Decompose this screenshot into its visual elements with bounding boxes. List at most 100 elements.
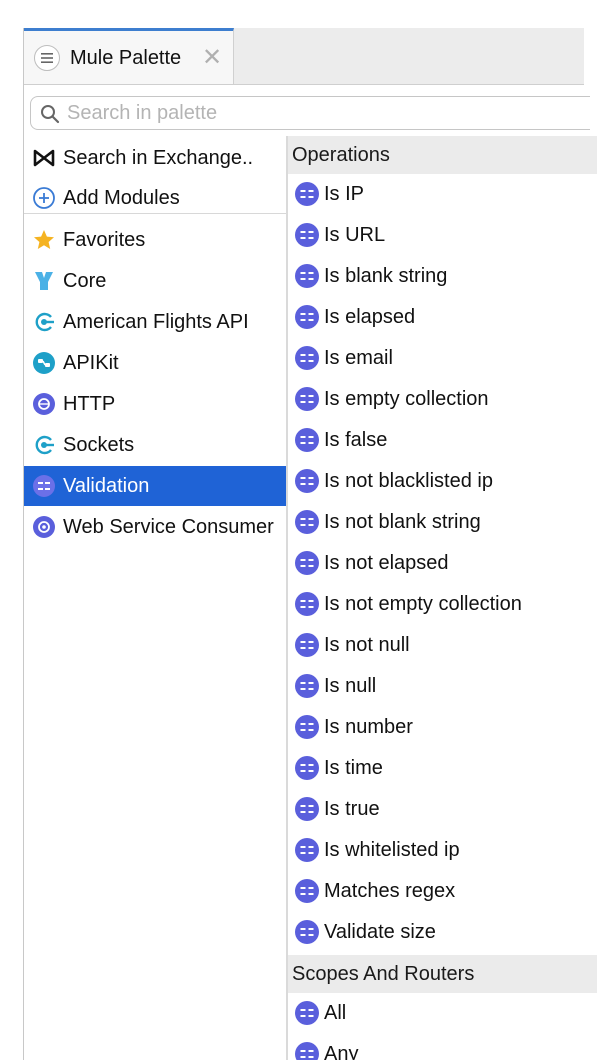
operation-label: Is blank string bbox=[324, 264, 448, 287]
category-label: Add Modules bbox=[63, 186, 180, 209]
search-input[interactable] bbox=[67, 100, 587, 126]
category-label: Validation bbox=[63, 474, 150, 497]
operation-label: Is null bbox=[324, 674, 377, 697]
operation-item[interactable]: Is number bbox=[288, 707, 597, 747]
validation-op-icon bbox=[294, 509, 320, 535]
add-modules-item[interactable]: Add Modules bbox=[24, 178, 286, 218]
search-in-exchange-item[interactable]: Search in Exchange.. bbox=[24, 138, 286, 178]
category-label: American Flights API bbox=[63, 310, 249, 333]
validation-op-icon bbox=[294, 755, 320, 781]
palette-search bbox=[30, 96, 590, 130]
tab-title: Mule Palette bbox=[70, 47, 182, 69]
category-american-flights-api[interactable]: American Flights API bbox=[24, 302, 286, 342]
operation-item[interactable]: Is whitelisted ip bbox=[288, 830, 597, 870]
category-favorites[interactable]: Favorites bbox=[24, 220, 286, 260]
divider bbox=[24, 213, 286, 214]
operation-item[interactable]: Is time bbox=[288, 748, 597, 788]
operation-item[interactable]: Validate size bbox=[288, 912, 597, 952]
validation-icon bbox=[31, 473, 57, 499]
validation-op-icon bbox=[294, 468, 320, 494]
validation-op-icon bbox=[294, 345, 320, 371]
validation-op-icon bbox=[294, 427, 320, 453]
left-gutter bbox=[0, 0, 24, 1060]
search-icon bbox=[39, 103, 61, 125]
operation-label: Is IP bbox=[324, 182, 365, 205]
tab-bar: Mule Palette ✕ bbox=[24, 28, 584, 85]
operation-label: Is not empty collection bbox=[324, 592, 522, 615]
category-label: Web Service Consumer bbox=[63, 515, 274, 538]
web-service-icon bbox=[31, 514, 57, 540]
validation-op-icon bbox=[294, 1041, 320, 1060]
add-circle-icon bbox=[31, 185, 57, 211]
validation-op-icon bbox=[294, 1000, 320, 1026]
validation-op-icon bbox=[294, 386, 320, 412]
category-list: Search in Exchange.. Add Modules Favorit… bbox=[24, 136, 286, 1060]
tab-mule-palette[interactable]: Mule Palette ✕ bbox=[24, 28, 234, 84]
view-menu-icon[interactable] bbox=[34, 45, 60, 71]
scopes-header: Scopes And Routers bbox=[288, 955, 597, 993]
operation-label: Matches regex bbox=[324, 879, 456, 902]
exchange-icon bbox=[31, 145, 57, 171]
category-core[interactable]: Core bbox=[24, 261, 286, 301]
category-validation[interactable]: Validation bbox=[24, 466, 286, 506]
operation-label: Validate size bbox=[324, 920, 436, 943]
operation-label: Is not elapsed bbox=[324, 551, 449, 574]
operation-item[interactable]: Is not empty collection bbox=[288, 584, 597, 624]
category-web-service-consumer[interactable]: Web Service Consumer bbox=[24, 507, 286, 547]
operation-label: Is email bbox=[324, 346, 393, 369]
api-connector-icon bbox=[31, 309, 57, 335]
operations-list: Operations Is IP Is URL Is blank string Is … bbox=[288, 136, 597, 1060]
category-http[interactable]: HTTP bbox=[24, 384, 286, 424]
operation-item[interactable]: Is not blank string bbox=[288, 502, 597, 542]
validation-op-icon bbox=[294, 181, 320, 207]
operation-item[interactable]: Is empty collection bbox=[288, 379, 597, 419]
operation-item[interactable]: Is IP bbox=[288, 174, 597, 214]
category-label: Sockets bbox=[63, 433, 135, 456]
operation-label: Is time bbox=[324, 756, 383, 779]
validation-op-icon bbox=[294, 632, 320, 658]
close-icon[interactable]: ✕ bbox=[202, 44, 222, 72]
operation-item[interactable]: Is email bbox=[288, 338, 597, 378]
apikit-icon bbox=[31, 350, 57, 376]
operation-item[interactable]: Is null bbox=[288, 666, 597, 706]
core-icon bbox=[31, 268, 57, 294]
operation-label: Is true bbox=[324, 797, 380, 820]
operation-label: Is not null bbox=[324, 633, 410, 656]
operation-item[interactable]: Is not null bbox=[288, 625, 597, 665]
validation-op-icon bbox=[294, 714, 320, 740]
sockets-icon bbox=[31, 432, 57, 458]
operation-item[interactable]: Is false bbox=[288, 420, 597, 460]
validation-op-icon bbox=[294, 591, 320, 617]
operation-label: Is not blacklisted ip bbox=[324, 469, 493, 492]
validation-op-icon bbox=[294, 673, 320, 699]
http-icon bbox=[31, 391, 57, 417]
operation-label: All bbox=[324, 1001, 347, 1024]
operation-label: Is false bbox=[324, 428, 388, 451]
category-label: HTTP bbox=[63, 392, 116, 415]
category-label: Core bbox=[63, 269, 107, 292]
operation-item[interactable]: Is not blacklisted ip bbox=[288, 461, 597, 501]
operation-item[interactable]: Is not elapsed bbox=[288, 543, 597, 583]
validation-op-icon bbox=[294, 263, 320, 289]
scope-item[interactable]: All bbox=[288, 993, 597, 1033]
category-apikit[interactable]: APIKit bbox=[24, 343, 286, 383]
operation-label: Is number bbox=[324, 715, 413, 738]
category-label: Favorites bbox=[63, 228, 146, 251]
validation-op-icon bbox=[294, 878, 320, 904]
category-label: Search in Exchange.. bbox=[63, 146, 254, 169]
operation-item[interactable]: Matches regex bbox=[288, 871, 597, 911]
operation-item[interactable]: Is blank string bbox=[288, 256, 597, 296]
operations-header: Operations bbox=[288, 136, 597, 174]
operation-label: Is whitelisted ip bbox=[324, 838, 460, 861]
scope-item[interactable]: Any bbox=[288, 1034, 597, 1060]
operation-label: Is elapsed bbox=[324, 305, 416, 328]
operation-item[interactable]: Is elapsed bbox=[288, 297, 597, 337]
validation-op-icon bbox=[294, 222, 320, 248]
validation-op-icon bbox=[294, 796, 320, 822]
operation-item[interactable]: Is URL bbox=[288, 215, 597, 255]
category-sockets[interactable]: Sockets bbox=[24, 425, 286, 465]
validation-op-icon bbox=[294, 837, 320, 863]
operation-label: Is not blank string bbox=[324, 510, 481, 533]
category-label: APIKit bbox=[63, 351, 119, 374]
operation-item[interactable]: Is true bbox=[288, 789, 597, 829]
